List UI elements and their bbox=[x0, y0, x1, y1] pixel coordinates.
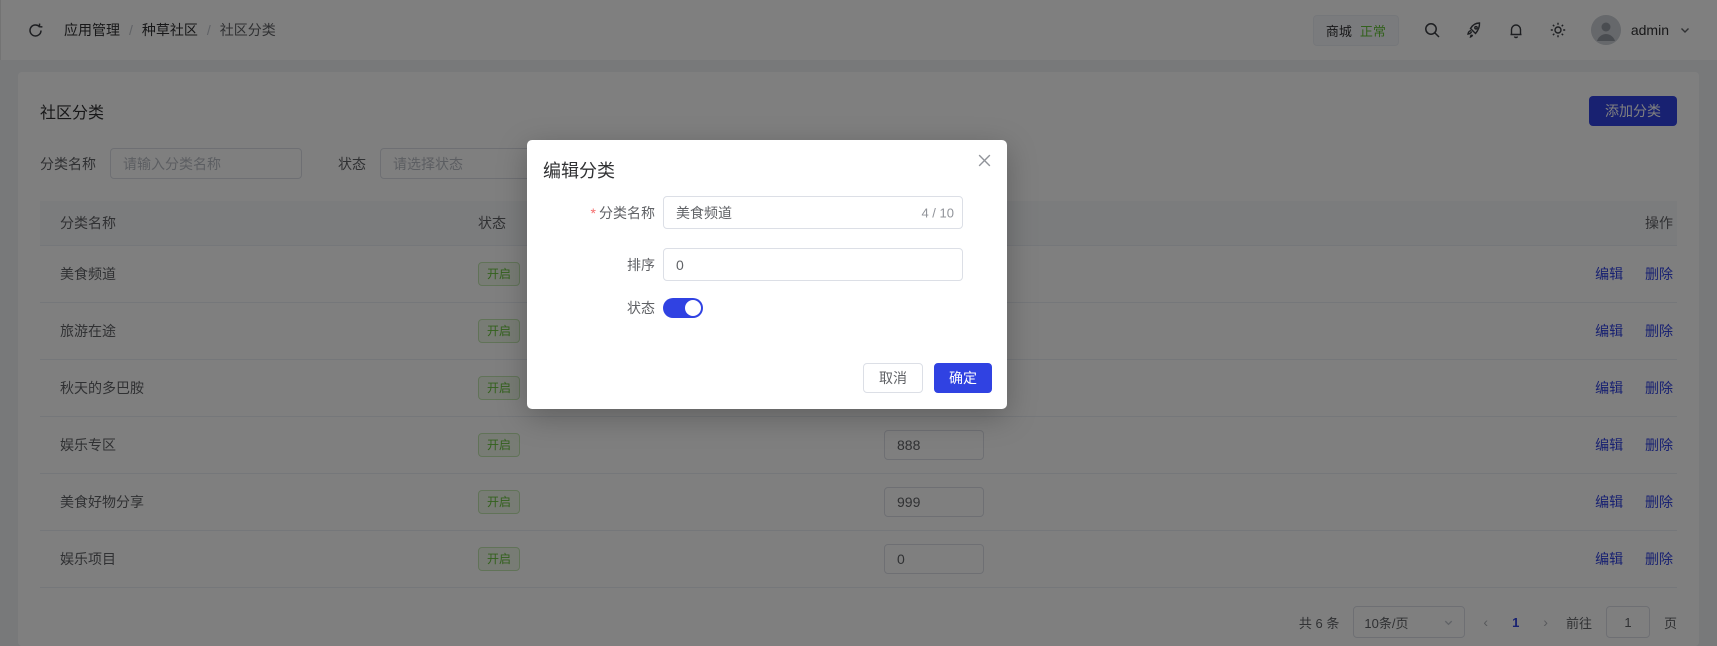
dialog-name-label: 分类名称 bbox=[599, 204, 655, 221]
close-icon[interactable] bbox=[977, 153, 992, 168]
confirm-button[interactable]: 确定 bbox=[934, 363, 992, 393]
cancel-button[interactable]: 取消 bbox=[863, 363, 923, 393]
edit-category-dialog: 编辑分类 *分类名称 4 / 10 排序 状态 取消 确定 bbox=[527, 140, 1007, 409]
char-counter: 4 / 10 bbox=[921, 205, 954, 220]
status-toggle[interactable] bbox=[663, 298, 703, 318]
dialog-name-input[interactable] bbox=[663, 196, 963, 229]
required-asterisk: * bbox=[590, 204, 596, 221]
dialog-status-label: 状态 bbox=[627, 300, 655, 316]
dialog-sort-label: 排序 bbox=[627, 256, 655, 273]
dialog-sort-input[interactable] bbox=[663, 248, 963, 281]
dialog-title: 编辑分类 bbox=[543, 161, 615, 181]
